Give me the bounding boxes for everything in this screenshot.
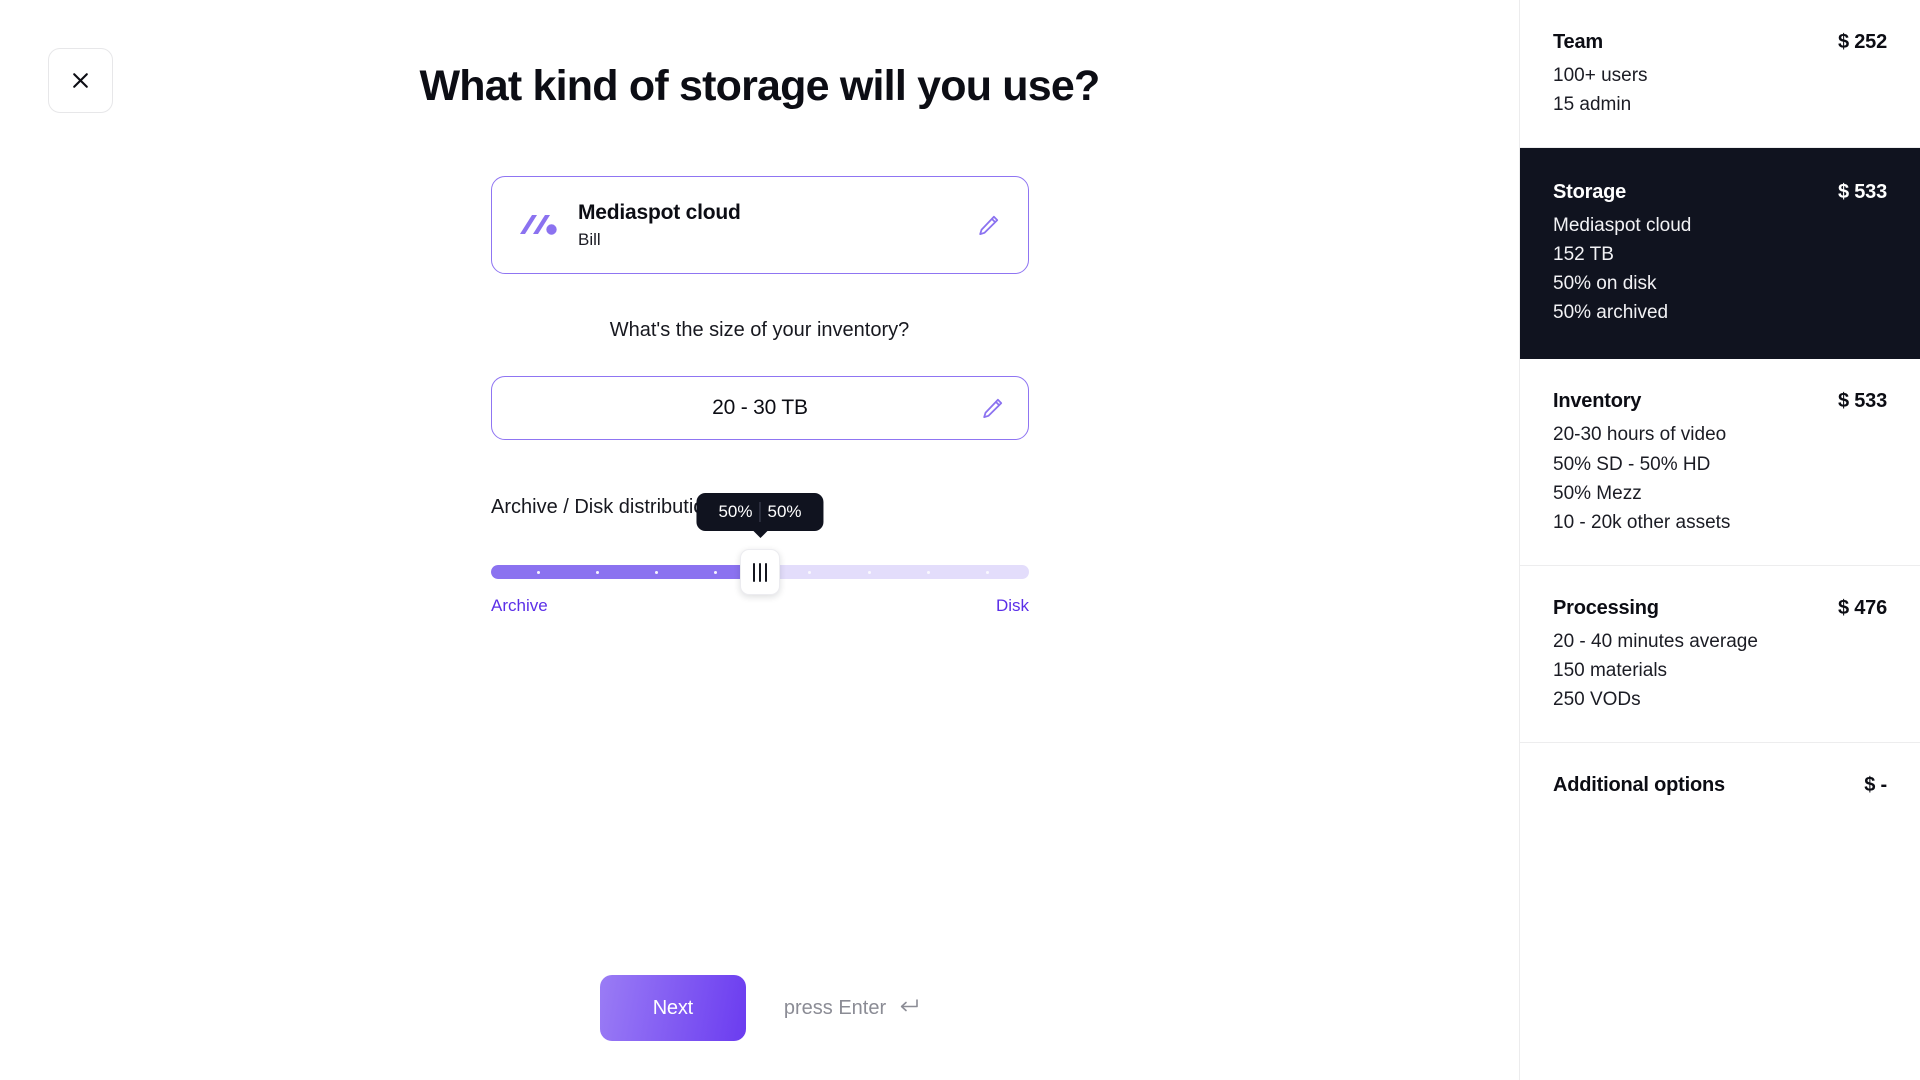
summary-line: 10 - 20k other assets — [1553, 511, 1731, 533]
summary-section-price: $ 533 — [1837, 181, 1887, 204]
summary-line: 15 admin — [1553, 94, 1632, 116]
summary-section-price: $ 252 — [1837, 31, 1887, 53]
summary-section-title: Processing — [1553, 596, 1659, 619]
summary-line: 50% Mezz — [1553, 482, 1642, 504]
slider-handle[interactable] — [740, 549, 780, 595]
grip-line-icon — [764, 562, 767, 582]
summary-line: 250 VODs — [1553, 688, 1641, 710]
slider-archive-percent: 50% — [718, 502, 753, 521]
summary-section-team[interactable]: Team $ 252 100+ users 15 admin — [1520, 0, 1920, 149]
edit-provider-pencil-icon[interactable] — [974, 211, 1002, 239]
slider-right-label: Disk — [995, 596, 1029, 615]
summary-lines: 100+ users 15 admin — [1553, 63, 1887, 117]
inventory-size-value: 20 - 30 TB — [712, 396, 808, 419]
summary-line: 50% archived — [1553, 302, 1669, 324]
slider-value-tooltip: 50% 50% — [696, 493, 824, 531]
slider-tick — [926, 571, 930, 574]
summary-section-additional-options[interactable]: Additional options $ - — [1520, 743, 1920, 827]
main-content: What kind of storage will you use? Media… — [0, 0, 1519, 1080]
inventory-size-question: What's the size of your inventory? — [609, 319, 910, 341]
slider-tick — [595, 571, 599, 574]
storage-provider-card[interactable]: Mediaspot cloud Bill — [491, 176, 1029, 274]
slider-tick — [867, 571, 871, 574]
summary-line: 20-30 hours of video — [1553, 424, 1727, 446]
enter-key-icon — [898, 997, 919, 1020]
summary-section-storage[interactable]: Storage $ 533 Mediaspot cloud 152 TB 50%… — [1520, 148, 1920, 360]
provider-name: Mediaspot cloud — [578, 200, 741, 224]
press-enter-label: press Enter — [783, 996, 887, 1019]
summary-sidebar: Team $ 252 100+ users 15 admin Storage $… — [1519, 0, 1920, 1080]
summary-line: Mediaspot cloud — [1553, 215, 1692, 237]
slider-disk-percent: 50% — [767, 502, 802, 521]
summary-lines: 20-30 hours of video 50% SD - 50% HD 50%… — [1553, 422, 1887, 534]
slider-tick — [985, 571, 989, 574]
grip-line-icon — [753, 562, 756, 582]
summary-line: 50% on disk — [1553, 273, 1657, 295]
storage-configuration-screen: What kind of storage will you use? Media… — [0, 0, 1920, 1080]
summary-section-title: Storage — [1553, 181, 1627, 204]
slider-track-fill — [491, 565, 760, 579]
grip-line-icon — [759, 562, 761, 582]
mediaspot-logo-icon — [518, 208, 560, 242]
summary-head: Processing $ 476 — [1553, 597, 1887, 620]
summary-line: 150 materials — [1553, 659, 1668, 681]
footer-actions: Next press Enter — [0, 975, 1519, 1041]
summary-section-title: Inventory — [1553, 390, 1642, 413]
press-enter-hint: press Enter — [784, 997, 919, 1020]
next-button[interactable]: Next — [599, 975, 746, 1041]
summary-lines: Mediaspot cloud 152 TB 50% on disk 50% a… — [1553, 213, 1887, 325]
summary-section-title: Team — [1553, 31, 1603, 53]
summary-section-price: $ 476 — [1837, 596, 1887, 619]
summary-section-price: $ 533 — [1837, 390, 1887, 413]
summary-head: Additional options $ - — [1553, 774, 1887, 797]
summary-head: Inventory $ 533 — [1553, 390, 1887, 413]
inventory-size-field[interactable]: 20 - 30 TB — [491, 376, 1029, 440]
summary-line: 20 - 40 minutes average — [1553, 630, 1758, 652]
summary-lines: 20 - 40 minutes average 150 materials 25… — [1553, 629, 1887, 712]
slider-end-labels: Archive Disk — [491, 596, 1029, 616]
summary-section-price: $ - — [1864, 774, 1887, 797]
summary-head: Team $ 252 — [1553, 31, 1887, 54]
summary-line: 100+ users — [1553, 65, 1648, 86]
slider-tick — [536, 571, 540, 574]
archive-disk-slider[interactable]: 50% 50% — [491, 493, 1029, 595]
provider-subtitle: Bill — [578, 229, 601, 249]
page-title: What kind of storage will you use? — [419, 62, 1101, 110]
slider-tick — [808, 571, 812, 574]
summary-section-inventory[interactable]: Inventory $ 533 20-30 hours of video 50%… — [1520, 359, 1920, 566]
summary-section-processing[interactable]: Processing $ 476 20 - 40 minutes average… — [1520, 566, 1920, 744]
slider-left-label: Archive — [491, 596, 548, 615]
summary-head: Storage $ 533 — [1553, 181, 1887, 204]
summary-line: 152 TB — [1553, 244, 1614, 266]
summary-section-title: Additional options — [1553, 774, 1725, 797]
archive-disk-slider-block: Archive / Disk distribution 50% 50% Arch… — [491, 493, 1029, 616]
summary-line: 50% SD - 50% HD — [1553, 453, 1711, 475]
edit-size-pencil-icon[interactable] — [978, 394, 1006, 422]
